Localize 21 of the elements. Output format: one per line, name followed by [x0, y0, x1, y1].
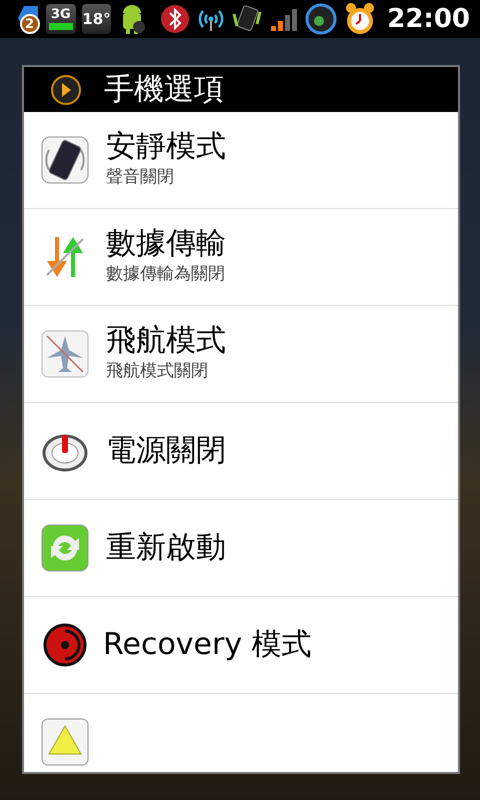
option-title: 電源關閉 [106, 434, 226, 468]
dialog-title: 手機選項 [104, 71, 224, 109]
clock-time: 22:00 [387, 2, 470, 36]
airplane-icon [41, 330, 89, 378]
option-title: Recovery 模式 [103, 628, 312, 662]
phone-rotate-icon [231, 4, 264, 34]
option-subtitle: 數據傳輸為關閉 [106, 262, 226, 286]
network-indicator: 3G [46, 4, 76, 34]
option-subtitle: 飛航模式關閉 [106, 360, 209, 382]
option-subtitle: 聲音關閉 [106, 166, 175, 188]
emblem-icon [41, 621, 89, 669]
option-title: 安靜模式 [106, 130, 226, 164]
warning-icon [41, 718, 89, 766]
phone-icon [41, 136, 89, 184]
option-title: 數據傳輸 [106, 227, 226, 262]
signal-icon [269, 6, 300, 32]
option-title: 飛航模式 [106, 324, 226, 358]
temperature-label: 18° [82, 4, 112, 34]
option-title: 重新啟動 [106, 530, 226, 566]
bluetooth-icon [159, 3, 192, 35]
refresh-icon [41, 524, 89, 572]
